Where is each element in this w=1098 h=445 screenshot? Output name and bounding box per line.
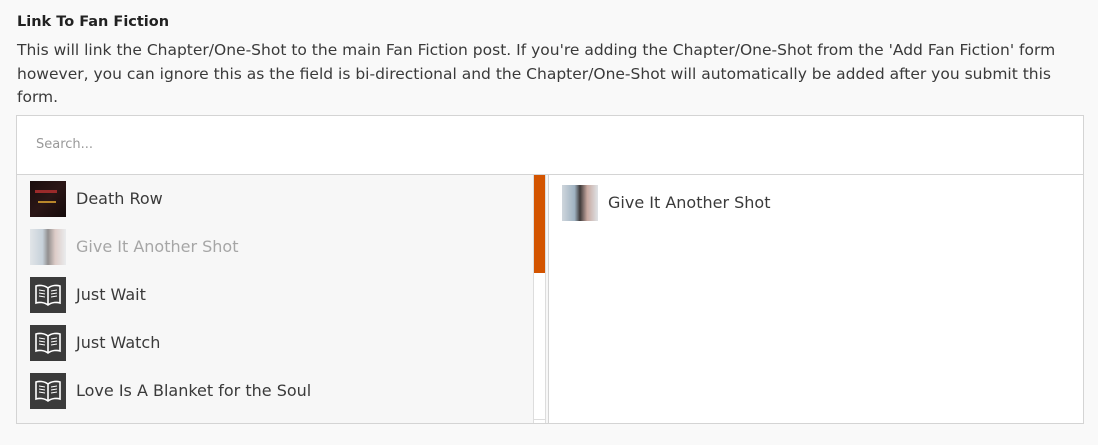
- choice-label: Love Is A Blanket for the Soul: [76, 381, 312, 400]
- book-icon: [30, 276, 66, 313]
- search-bar: [17, 116, 1083, 175]
- selected-values-list: Give It Another Shot: [549, 174, 1083, 423]
- choice-label: Give It Another Shot: [76, 237, 239, 256]
- scrollbar[interactable]: [533, 174, 546, 423]
- relationship-picker: Death Row Give It Another Shot Just Wait: [16, 114, 1084, 424]
- photo-cover-image: [30, 228, 66, 265]
- choice-item-give-it-another-shot: Give It Another Shot: [17, 223, 548, 271]
- field-description: This will link the Chapter/One-Shot to t…: [17, 41, 1056, 106]
- search-input[interactable]: [34, 136, 1035, 153]
- choice-item-just-watch[interactable]: Just Watch: [17, 319, 548, 367]
- choice-label: Just Wait: [76, 285, 146, 304]
- choices-list: Death Row Give It Another Shot Just Wait: [17, 174, 549, 423]
- scrollbar-end: [534, 418, 545, 423]
- choice-item-love-is-a-blanket[interactable]: Love Is A Blanket for the Soul: [17, 367, 548, 415]
- dark-cover-image: [30, 180, 66, 217]
- choice-label: Just Watch: [76, 333, 161, 352]
- selected-item-give-it-another-shot[interactable]: Give It Another Shot: [549, 179, 1083, 227]
- book-icon: [30, 324, 66, 361]
- photo-cover-image: [562, 184, 598, 221]
- book-icon: [30, 372, 66, 409]
- choice-item-just-wait[interactable]: Just Wait: [17, 271, 548, 319]
- scrollbar-thumb[interactable]: [534, 174, 545, 273]
- field-label: Link To Fan Fiction: [17, 14, 170, 30]
- selected-label: Give It Another Shot: [608, 193, 771, 212]
- choice-label: Death Row: [76, 189, 163, 208]
- relationship-field: Link To Fan Fiction This will link the C…: [0, 0, 1098, 424]
- choice-item-death-row[interactable]: Death Row: [17, 175, 548, 223]
